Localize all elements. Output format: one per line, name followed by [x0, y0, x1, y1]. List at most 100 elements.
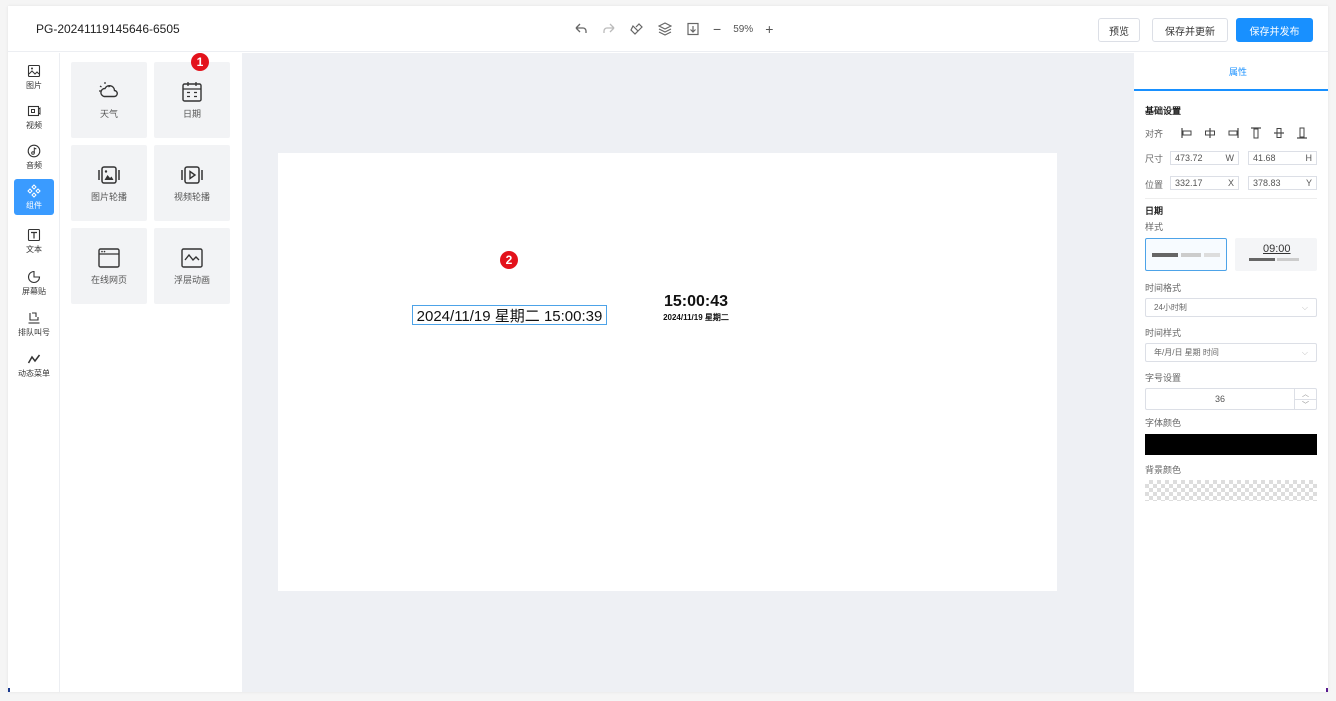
- video-icon: [27, 105, 41, 116]
- workspace: 2024/11/19 星期二 15:00:39 15:00:43 2024/11…: [242, 53, 1134, 692]
- component-panel: 天气 日期 图片轮播 视频轮播 在线网页 浮层动画: [61, 53, 242, 692]
- undo-icon[interactable]: [573, 21, 589, 37]
- clock-time: 15:00:43: [663, 293, 729, 310]
- clock-date: 2024/11/19 星期二: [663, 313, 729, 322]
- font-size-stepper[interactable]: 36 ︿ ﹀: [1145, 388, 1317, 410]
- align-center-h-icon[interactable]: [1203, 127, 1217, 139]
- nav-item-video[interactable]: 视频: [14, 99, 54, 135]
- tile-label: 日期: [182, 108, 201, 119]
- nav-item-queue[interactable]: 排队叫号: [14, 306, 54, 342]
- tile-label: 视频轮播: [173, 191, 210, 202]
- zoom-in-button[interactable]: +: [765, 21, 773, 37]
- style-option-stacked[interactable]: 09:00: [1235, 238, 1317, 271]
- align-right-icon[interactable]: [1226, 127, 1240, 139]
- date-widget-selected[interactable]: 2024/11/19 星期二 15:00:39: [412, 305, 607, 325]
- align-top-icon[interactable]: [1249, 127, 1263, 139]
- stepper-arrows: ︿ ﹀: [1294, 389, 1316, 409]
- tile-label: 天气: [99, 108, 118, 119]
- nav-item-sticker[interactable]: 屏幕贴: [14, 265, 54, 301]
- annotation-badge-2: 2: [500, 251, 518, 269]
- nav-label: 排队叫号: [18, 327, 50, 337]
- height-value: 41.68: [1253, 153, 1276, 163]
- nav-label: 组件: [26, 200, 42, 210]
- tile-label: 浮层动画: [173, 274, 210, 285]
- style-label: 样式: [1145, 222, 1164, 232]
- animation-icon: [181, 247, 203, 268]
- zoom-out-button[interactable]: −: [713, 21, 721, 37]
- section-divider: [1145, 198, 1317, 199]
- left-nav: 图片 视频 音频 组件 文本 屏幕贴 排队叫号 动态菜单: [8, 53, 60, 692]
- align-middle-v-icon[interactable]: [1272, 127, 1286, 139]
- y-field[interactable]: 378.83 Y: [1248, 176, 1317, 190]
- clock-widget[interactable]: 15:00:43 2024/11/19 星期二: [646, 293, 746, 323]
- tab-properties-label: 属性: [1228, 66, 1247, 77]
- tile-image-carousel[interactable]: 图片轮播: [71, 145, 147, 221]
- webpage-icon: [98, 247, 120, 268]
- tile-video-carousel[interactable]: 视频轮播: [154, 145, 230, 221]
- component-icon: [27, 183, 41, 198]
- align-left-icon[interactable]: [1180, 127, 1194, 139]
- corner-mark-right: [1326, 688, 1328, 692]
- nav-item-component[interactable]: 组件: [14, 179, 54, 215]
- layers-icon[interactable]: [657, 21, 673, 37]
- size-label: 尺寸: [1145, 154, 1164, 164]
- nav-item-audio[interactable]: 音频: [14, 139, 54, 175]
- nav-item-image[interactable]: 图片: [14, 59, 54, 95]
- top-header: PG-20241119145646-6505 − 59% + 预览 保存并更新 …: [8, 6, 1328, 52]
- editor-toolbar: − 59% +: [573, 20, 773, 38]
- tab-properties[interactable]: 属性: [1134, 53, 1328, 91]
- save-publish-button[interactable]: 保存并发布: [1236, 18, 1313, 42]
- chevron-down-icon: ⌵: [1301, 302, 1308, 312]
- tile-weather[interactable]: 天气: [71, 62, 147, 138]
- time-style-value: 年/月/日 星期 时间: [1154, 348, 1219, 357]
- export-icon[interactable]: [685, 21, 701, 37]
- x-field[interactable]: 332.17 X: [1170, 176, 1239, 190]
- align-bottom-icon[interactable]: [1295, 127, 1309, 139]
- stepper-down-icon[interactable]: ﹀: [1295, 399, 1316, 409]
- x-unit: X: [1227, 178, 1234, 188]
- preview-button[interactable]: 预览: [1098, 18, 1140, 42]
- redo-icon[interactable]: [601, 21, 617, 37]
- font-size-value: 36: [1214, 394, 1225, 404]
- tile-webpage[interactable]: 在线网页: [71, 228, 147, 304]
- image-icon: [27, 64, 41, 77]
- x-value: 332.17: [1175, 178, 1203, 188]
- editor-app: PG-20241119145646-6505 − 59% + 预览 保存并更新 …: [8, 6, 1328, 692]
- date-section-title: 日期: [1145, 206, 1164, 216]
- tile-label: 图片轮播: [90, 191, 127, 202]
- time-style-label: 时间样式: [1145, 328, 1182, 338]
- time-format-select[interactable]: 24小时制 ⌵: [1145, 298, 1317, 317]
- y-unit: Y: [1305, 178, 1312, 188]
- nav-item-text[interactable]: 文本: [14, 223, 54, 259]
- video-carousel-icon: [181, 165, 203, 184]
- text-icon: [27, 228, 41, 241]
- sticker-icon: [27, 270, 41, 283]
- nav-item-dynamic-menu[interactable]: 动态菜单: [14, 347, 54, 383]
- nav-label: 文本: [26, 244, 42, 254]
- queue-icon: [28, 311, 40, 324]
- tile-date[interactable]: 日期: [154, 62, 230, 138]
- design-canvas[interactable]: 2024/11/19 星期二 15:00:39 15:00:43 2024/11…: [278, 153, 1057, 591]
- properties-panel: 属性 基础设置 对齐 尺寸 473.72 W 41.68 H 位置 332.17…: [1134, 53, 1328, 692]
- chevron-down-icon: ⌵: [1301, 347, 1308, 357]
- save-update-button[interactable]: 保存并更新: [1152, 18, 1228, 42]
- time-style-select[interactable]: 年/月/日 星期 时间 ⌵: [1145, 343, 1317, 362]
- corner-mark-left: [8, 688, 10, 692]
- clear-icon[interactable]: [629, 21, 645, 37]
- music-icon: [27, 144, 41, 157]
- y-value: 378.83: [1253, 178, 1281, 188]
- tile-animation[interactable]: 浮层动画: [154, 228, 230, 304]
- align-label: 对齐: [1145, 129, 1164, 139]
- project-title: PG-20241119145646-6505: [36, 22, 180, 36]
- style-option-inline[interactable]: [1145, 238, 1227, 271]
- font-size-label: 字号设置: [1145, 373, 1182, 383]
- nav-label: 动态菜单: [18, 368, 50, 378]
- bg-color-swatch[interactable]: [1145, 480, 1317, 501]
- width-value: 473.72: [1175, 153, 1203, 163]
- font-color-swatch[interactable]: [1145, 434, 1317, 455]
- width-unit: W: [1225, 153, 1235, 163]
- stepper-up-icon[interactable]: ︿: [1295, 389, 1316, 399]
- height-field[interactable]: 41.68 H: [1248, 151, 1317, 165]
- width-field[interactable]: 473.72 W: [1170, 151, 1239, 165]
- time-format-label: 时间格式: [1145, 283, 1182, 293]
